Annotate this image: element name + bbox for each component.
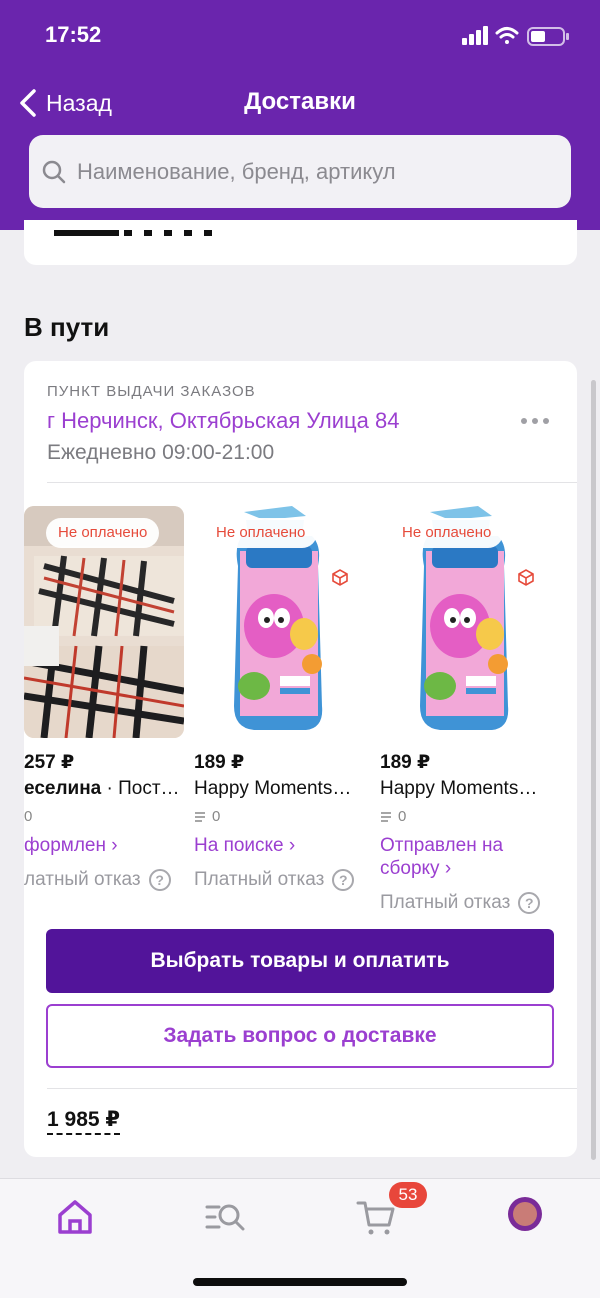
reviews-icon	[381, 811, 391, 822]
wifi-icon	[495, 27, 519, 44]
select-and-pay-button[interactable]: Выбрать товары и оплатить	[46, 929, 554, 993]
delivery-card: ПУНКТ ВЫДАЧИ ЗАКАЗОВ г Нерчинск, Октябрь…	[24, 361, 577, 1157]
unpaid-badge: Не оплачено	[204, 518, 318, 548]
product-price: 189 ₽	[380, 752, 431, 773]
product-price: 189 ₽	[194, 752, 245, 773]
product-name-rest: …	[332, 778, 352, 799]
rating-value: 0	[212, 808, 221, 825]
ask-about-delivery-button[interactable]: Задать вопрос о доставке	[46, 1004, 554, 1068]
previous-delivery-card	[24, 220, 577, 265]
page-title: Доставки	[244, 88, 356, 115]
product-name: Happy Moments…	[380, 778, 550, 800]
pickup-point-label: ПУНКТ ВЫДАЧИ ЗАКАЗОВ	[47, 383, 256, 400]
product-image[interactable]: Не оплачено	[380, 506, 540, 738]
catalog-search-icon[interactable]	[205, 1197, 245, 1237]
product-image[interactable]: Не оплачено	[24, 506, 184, 738]
paid-refusal: Платный отказ ?	[380, 892, 541, 914]
cart-icon[interactable]	[356, 1197, 396, 1237]
truncated-text-marks	[54, 230, 212, 236]
paid-refusal: Платный отказ ?	[194, 869, 355, 891]
battery-icon	[527, 27, 569, 46]
divider	[47, 482, 577, 483]
product-name-rest: …	[518, 778, 538, 799]
unpaid-badge: Не оплачено	[46, 518, 160, 548]
product-card[interactable]: Не оплачено 189 ₽ Happy Moments… 0 Отпра…	[380, 506, 550, 926]
product-rating: 0	[380, 808, 406, 825]
product-brand: Happy Moments	[194, 778, 333, 799]
product-card[interactable]: Не оплачено 189 ₽ Happy Moments… 0 На по…	[194, 506, 364, 926]
help-icon[interactable]: ?	[148, 869, 171, 891]
parcel-icon	[518, 569, 534, 586]
product-name: еселина · Пост…	[24, 778, 194, 800]
pickup-address[interactable]: г Нерчинск, Октябрьская Улица 84	[47, 408, 399, 434]
product-rating: 0	[24, 808, 32, 825]
home-icon[interactable]	[55, 1197, 95, 1237]
product-name: Happy Moments…	[194, 778, 364, 800]
profile-avatar[interactable]	[508, 1197, 542, 1231]
status-icons	[462, 24, 572, 48]
app-header: 17:52 Назад Доставки Наименование, бренд…	[0, 0, 600, 230]
product-brand: еселина	[24, 778, 102, 799]
signal-icon	[462, 26, 488, 45]
paid-refusal-label: Платный отказ	[380, 892, 511, 913]
rating-value: 0	[24, 808, 33, 825]
home-indicator	[193, 1278, 407, 1286]
delivery-total[interactable]: 1 985 ₽	[47, 1107, 120, 1135]
parcel-icon	[332, 569, 348, 586]
product-status-link[interactable]: формлен ›	[24, 834, 194, 857]
paid-refusal: латный отказ ?	[24, 869, 171, 891]
unpaid-badge: Не оплачено	[390, 518, 504, 548]
product-image[interactable]: Не оплачено	[194, 506, 354, 738]
help-icon[interactable]: ?	[332, 869, 355, 891]
more-options-icon[interactable]	[521, 411, 555, 431]
nav-bar: Назад Доставки	[0, 78, 600, 128]
search-input[interactable]	[75, 157, 549, 186]
product-status-link[interactable]: Отправлен на сборку ›	[380, 834, 550, 880]
scrollbar[interactable]	[591, 380, 596, 1160]
section-title: В пути	[24, 312, 110, 342]
rating-value: 0	[398, 808, 407, 825]
product-brand: Happy Moments	[380, 778, 519, 799]
cart-count-badge: 53	[389, 1182, 427, 1208]
status-bar: 17:52	[0, 0, 600, 70]
product-card[interactable]: Не оплачено 257 ₽ еселина · Пост… 0 форм…	[24, 506, 194, 926]
paid-refusal-label: Платный отказ	[194, 869, 325, 890]
search-bar[interactable]	[29, 135, 571, 208]
product-status-link[interactable]: На поиске ›	[194, 834, 364, 857]
help-icon[interactable]: ?	[518, 892, 541, 914]
product-carousel[interactable]: Не оплачено 257 ₽ еселина · Пост… 0 форм…	[24, 506, 577, 926]
reviews-icon	[195, 811, 205, 822]
product-name-rest: · Пост…	[101, 778, 180, 799]
paid-refusal-label: латный отказ	[24, 869, 141, 890]
status-time: 17:52	[45, 22, 102, 47]
pickup-hours: Ежедневно 09:00-21:00	[47, 441, 275, 464]
search-icon	[42, 160, 66, 183]
product-rating: 0	[194, 808, 220, 825]
divider	[47, 1088, 577, 1089]
product-price: 257 ₽	[24, 752, 75, 773]
